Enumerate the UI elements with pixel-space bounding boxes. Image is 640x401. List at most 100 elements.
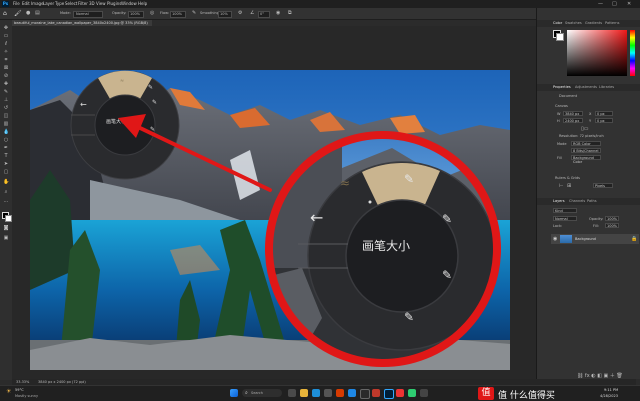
- x-input[interactable]: 0 px: [595, 111, 613, 116]
- width-input[interactable]: 3840 px: [563, 111, 583, 116]
- menu-edit[interactable]: Edit: [22, 0, 30, 8]
- weather-icon[interactable]: ☀: [6, 388, 11, 395]
- app-green-icon[interactable]: [408, 389, 416, 397]
- menu-3d[interactable]: 3D: [89, 0, 95, 8]
- eraser-icon[interactable]: ◫: [3, 114, 9, 119]
- brush-tool-icon[interactable]: 🖌: [14, 8, 22, 19]
- menu-select[interactable]: Select: [65, 0, 77, 8]
- smoothing-input[interactable]: 10%: [218, 11, 232, 18]
- move-tool-icon[interactable]: ✥: [3, 26, 9, 31]
- app-icon[interactable]: [396, 389, 404, 397]
- eyedropper-icon[interactable]: ⊘: [3, 74, 9, 79]
- office-icon[interactable]: [336, 389, 344, 397]
- healing-brush-icon[interactable]: ✚: [3, 82, 9, 87]
- ruler-icon[interactable]: ⊢: [559, 183, 563, 189]
- menu-file[interactable]: File: [13, 0, 20, 8]
- ruler-unit-select[interactable]: Pixels: [593, 183, 613, 188]
- mode-select[interactable]: RGB Color: [571, 141, 601, 146]
- pressure-opacity-icon[interactable]: ◎: [150, 8, 154, 19]
- symmetry-icon[interactable]: ⧉: [288, 8, 292, 19]
- close-window-button[interactable]: ✕: [627, 0, 631, 8]
- path-select-icon[interactable]: ➤: [3, 162, 9, 167]
- brush-tool-icon[interactable]: ✎: [3, 90, 9, 95]
- quick-select-icon[interactable]: ✧: [3, 50, 9, 55]
- grid-icon[interactable]: ⊞: [567, 183, 571, 189]
- lasso-tool-icon[interactable]: ℓ: [3, 42, 9, 47]
- minimize-button[interactable]: —: [598, 0, 603, 8]
- terminal-icon[interactable]: [360, 389, 370, 399]
- hue-slider[interactable]: [630, 30, 635, 76]
- brush-option-icon-1[interactable]: ✎: [148, 84, 153, 91]
- radial-back-icon[interactable]: ←: [80, 100, 87, 109]
- tab-channels[interactable]: Channels: [569, 198, 585, 205]
- orientation-icon[interactable]: ▯▭: [581, 126, 588, 132]
- screen-mode-icon[interactable]: ▣: [3, 236, 9, 241]
- hand-tool-icon[interactable]: ✋: [3, 180, 9, 185]
- clone-stamp-icon[interactable]: ⊥: [3, 98, 9, 103]
- tab-gradients[interactable]: Gradients: [585, 20, 602, 27]
- pen-tool-icon[interactable]: ✒: [3, 146, 9, 151]
- brush-settings-icon[interactable]: ▤: [35, 8, 40, 19]
- y-input[interactable]: 0 px: [595, 118, 613, 123]
- start-button[interactable]: [230, 389, 238, 397]
- photoshop-taskbar-icon[interactable]: [384, 389, 394, 399]
- blend-mode-select[interactable]: Normal: [553, 216, 577, 221]
- brush-option-icon-2[interactable]: ✎: [152, 99, 157, 106]
- smoothing-settings-icon[interactable]: ⚙: [238, 8, 242, 19]
- layer-opacity-input[interactable]: 100%: [605, 216, 619, 221]
- menu-filter[interactable]: Filter: [78, 0, 88, 8]
- zoom-tool-icon[interactable]: ⌕: [3, 190, 9, 195]
- store-icon[interactable]: [324, 389, 332, 397]
- app-red-icon[interactable]: [372, 389, 380, 397]
- menu-help[interactable]: Help: [138, 0, 147, 8]
- pressure-size-icon[interactable]: ◉: [276, 8, 280, 19]
- zoom-brush-option-icon-1[interactable]: ✎: [404, 172, 414, 186]
- frame-tool-icon[interactable]: ⊠: [3, 66, 9, 71]
- tab-properties[interactable]: Properties: [553, 84, 571, 91]
- mail-icon[interactable]: [348, 389, 356, 397]
- color-picker-field[interactable]: [567, 30, 627, 76]
- bit-depth-select[interactable]: 8 Bits/Channel: [571, 148, 601, 153]
- menu-plugins[interactable]: Plugins: [107, 0, 121, 8]
- mode-select[interactable]: Normal: [73, 11, 103, 18]
- airbrush-icon[interactable]: ✎: [192, 8, 196, 19]
- flow-input[interactable]: 100%: [170, 11, 186, 18]
- shape-tool-icon[interactable]: ▢: [3, 170, 9, 175]
- brush-preset-icon[interactable]: ●: [26, 8, 30, 19]
- layer-actions-icons[interactable]: ⛓ fx ◐ ◧ ▣ ＋ 🗑: [577, 372, 623, 379]
- tab-color[interactable]: Color: [553, 20, 562, 27]
- maximize-button[interactable]: □: [612, 0, 617, 8]
- tab-adjustments[interactable]: Adjustments: [575, 84, 597, 91]
- quick-mask-icon[interactable]: ◙: [3, 226, 9, 231]
- radial-brush-menu[interactable]: [70, 70, 180, 180]
- edge-icon[interactable]: [312, 389, 320, 397]
- fill-select[interactable]: Background Color: [571, 155, 601, 164]
- layer-filter-select[interactable]: Kind: [553, 208, 577, 213]
- tab-patterns[interactable]: Patterns: [605, 20, 619, 27]
- height-input[interactable]: 2400 px: [563, 118, 583, 123]
- tab-swatches[interactable]: Swatches: [565, 20, 582, 27]
- file-explorer-icon[interactable]: [300, 389, 308, 397]
- visibility-eye-icon[interactable]: ◉: [553, 236, 557, 242]
- bg-color-chip[interactable]: [556, 33, 564, 41]
- dodge-tool-icon[interactable]: ○: [3, 138, 9, 143]
- background-color-swatch[interactable]: [5, 215, 12, 222]
- zoom-brush-option-icon-3[interactable]: ✎: [442, 268, 452, 282]
- angle-input[interactable]: 0°: [258, 11, 270, 18]
- opacity-input[interactable]: 100%: [128, 11, 144, 18]
- menu-window[interactable]: Window: [121, 0, 137, 8]
- crop-tool-icon[interactable]: ⌗: [3, 58, 9, 63]
- tab-layers[interactable]: Layers: [553, 198, 565, 205]
- gradient-icon[interactable]: ▥: [3, 122, 9, 127]
- layer-fill-input[interactable]: 100%: [605, 223, 619, 228]
- layer-row[interactable]: ◉ Background 🔒: [551, 234, 639, 244]
- app-gray-icon[interactable]: [420, 389, 428, 397]
- artboard-tool-icon[interactable]: ▭: [3, 34, 9, 39]
- brush-option-icon-3[interactable]: ✎: [150, 126, 155, 133]
- menu-layer[interactable]: Layer: [43, 0, 54, 8]
- menu-type[interactable]: Type: [55, 0, 64, 8]
- more-tools-icon[interactable]: ⋯: [3, 200, 9, 205]
- task-view-icon[interactable]: [288, 389, 296, 397]
- zoom-back-icon[interactable]: ←: [310, 208, 323, 227]
- home-icon[interactable]: ⌂: [3, 8, 7, 19]
